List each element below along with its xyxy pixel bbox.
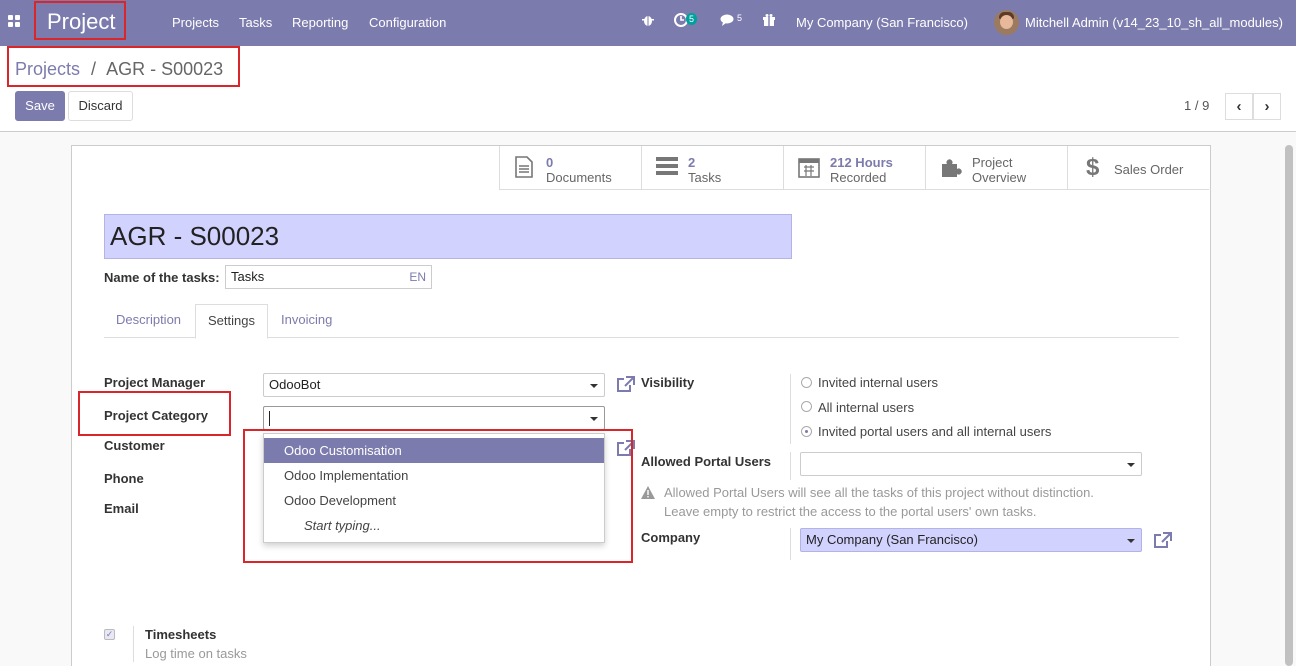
allowed-portal-users-input[interactable] [800,452,1142,476]
tab-settings[interactable]: Settings [195,304,268,339]
hours-recorded-smart-button[interactable]: 212 Hours Recorded [783,146,925,190]
overview-label-line1: Project [972,155,1013,170]
document-icon [514,156,534,184]
sales-order-smart-button[interactable]: $ Sales Order [1067,146,1209,190]
project-manager-select[interactable]: OdooBot [263,373,605,397]
tab-invoicing[interactable]: Invoicing [269,304,344,338]
page-scrollbar[interactable] [1285,145,1293,666]
pager-previous-button[interactable]: ‹ [1225,93,1253,120]
annotation-box-app-title [34,1,126,40]
gift-icon[interactable] [762,13,776,30]
tasks-name-input[interactable]: Tasks EN [225,265,432,289]
pager-value[interactable]: 1 / 9 [1184,98,1209,113]
annotation-box-category-label [78,391,231,436]
puzzle-icon [940,156,962,184]
timesheets-checkbox[interactable]: ✓ [104,629,115,640]
project-category-input[interactable] [263,406,605,430]
apps-menu-icon[interactable] [8,15,22,29]
language-button[interactable]: EN [409,266,426,288]
timesheets-label: Timesheets [145,627,217,642]
visibility-option-portal[interactable]: Invited portal users and all internal us… [818,424,1051,439]
messages-icon[interactable] [720,13,736,30]
messages-count-badge: 5 [737,13,743,23]
top-navbar: Project Projects Tasks Reporting Configu… [0,0,1296,46]
tasks-name-value: Tasks [231,269,265,284]
external-link-icon[interactable] [1153,531,1173,554]
discard-button[interactable]: Discard [68,91,133,121]
documents-count: 0 [546,155,554,170]
chevron-down-icon [590,384,598,388]
pager-next-button[interactable]: › [1253,93,1281,120]
save-button[interactable]: Save [15,91,65,121]
visibility-option-invited-internal[interactable]: Invited internal users [818,375,938,390]
portal-users-help-line2: Leave empty to restrict the access to th… [664,504,1037,519]
menu-configuration[interactable]: Configuration [369,15,446,30]
calendar-icon [798,156,820,184]
documents-label: Documents [546,170,612,185]
visibility-radio-invited-internal[interactable] [801,377,812,388]
documents-smart-button[interactable]: 0 Documents [499,146,641,190]
company-select[interactable]: My Company (San Francisco) [800,528,1142,552]
user-menu[interactable]: Mitchell Admin (v14_23_10_sh_all_modules… [1025,15,1283,30]
visibility-separator [790,374,791,444]
company-separator [790,528,791,560]
visibility-label: Visibility [641,375,695,390]
customer-label: Customer [104,438,165,453]
visibility-radio-portal[interactable] [801,426,812,437]
tasks-label: Tasks [688,170,722,185]
project-overview-smart-button[interactable]: Project Overview [925,146,1067,190]
menu-reporting[interactable]: Reporting [292,15,348,30]
smart-button-box: 0 Documents 2 Tasks 212 Hours Recorded P… [499,146,1209,190]
tasks-count: 2 [688,155,696,170]
portal-users-separator [790,452,791,480]
chevron-down-icon [590,417,598,421]
email-label: Email [104,501,139,516]
chevron-down-icon [1127,539,1135,543]
overview-label-line2: Overview [972,170,1027,185]
company-switcher[interactable]: My Company (San Francisco) [796,15,968,30]
tasks-icon [656,156,678,182]
project-manager-label: Project Manager [104,375,206,390]
annotation-box-breadcrumb [7,46,240,87]
menu-projects[interactable]: Projects [172,15,219,30]
annotation-box-dropdown [243,429,633,563]
user-avatar[interactable] [994,10,1019,35]
tab-description[interactable]: Description [104,304,193,338]
visibility-radio-all-internal[interactable] [801,401,812,412]
company-value: My Company (San Francisco) [806,532,978,547]
portal-users-help-line1: Allowed Portal Users will see all the ta… [664,485,1094,500]
timesheets-help: Log time on tasks [145,646,247,661]
text-cursor [269,411,270,426]
warning-icon [641,486,655,502]
hours-value: 212 Hours [830,155,893,170]
visibility-option-all-internal[interactable]: All internal users [818,400,914,415]
hours-label: Recorded [830,170,887,185]
sales-order-label: Sales Order [1114,162,1184,177]
company-label: Company [641,530,701,545]
notebook-tabs: Description Settings Invoicing [104,304,1179,339]
tasks-name-label: Name of the tasks: [104,270,220,285]
project-name-input[interactable]: AGR - S00023 [104,214,792,259]
external-link-icon[interactable] [616,375,636,398]
activity-count-badge: 5 [686,13,698,25]
timesheets-separator [133,626,134,662]
menu-tasks[interactable]: Tasks [239,15,272,30]
form-sheet: 0 Documents 2 Tasks 212 Hours Recorded P… [71,145,1211,666]
tasks-smart-button[interactable]: 2 Tasks [641,146,783,190]
dollar-icon: $ [1086,154,1100,181]
allowed-portal-users-label: Allowed Portal Users [641,454,772,469]
phone-label: Phone [104,471,144,486]
bug-icon[interactable] [641,13,655,30]
project-manager-value: OdooBot [269,377,321,392]
chevron-down-icon [1127,463,1135,467]
